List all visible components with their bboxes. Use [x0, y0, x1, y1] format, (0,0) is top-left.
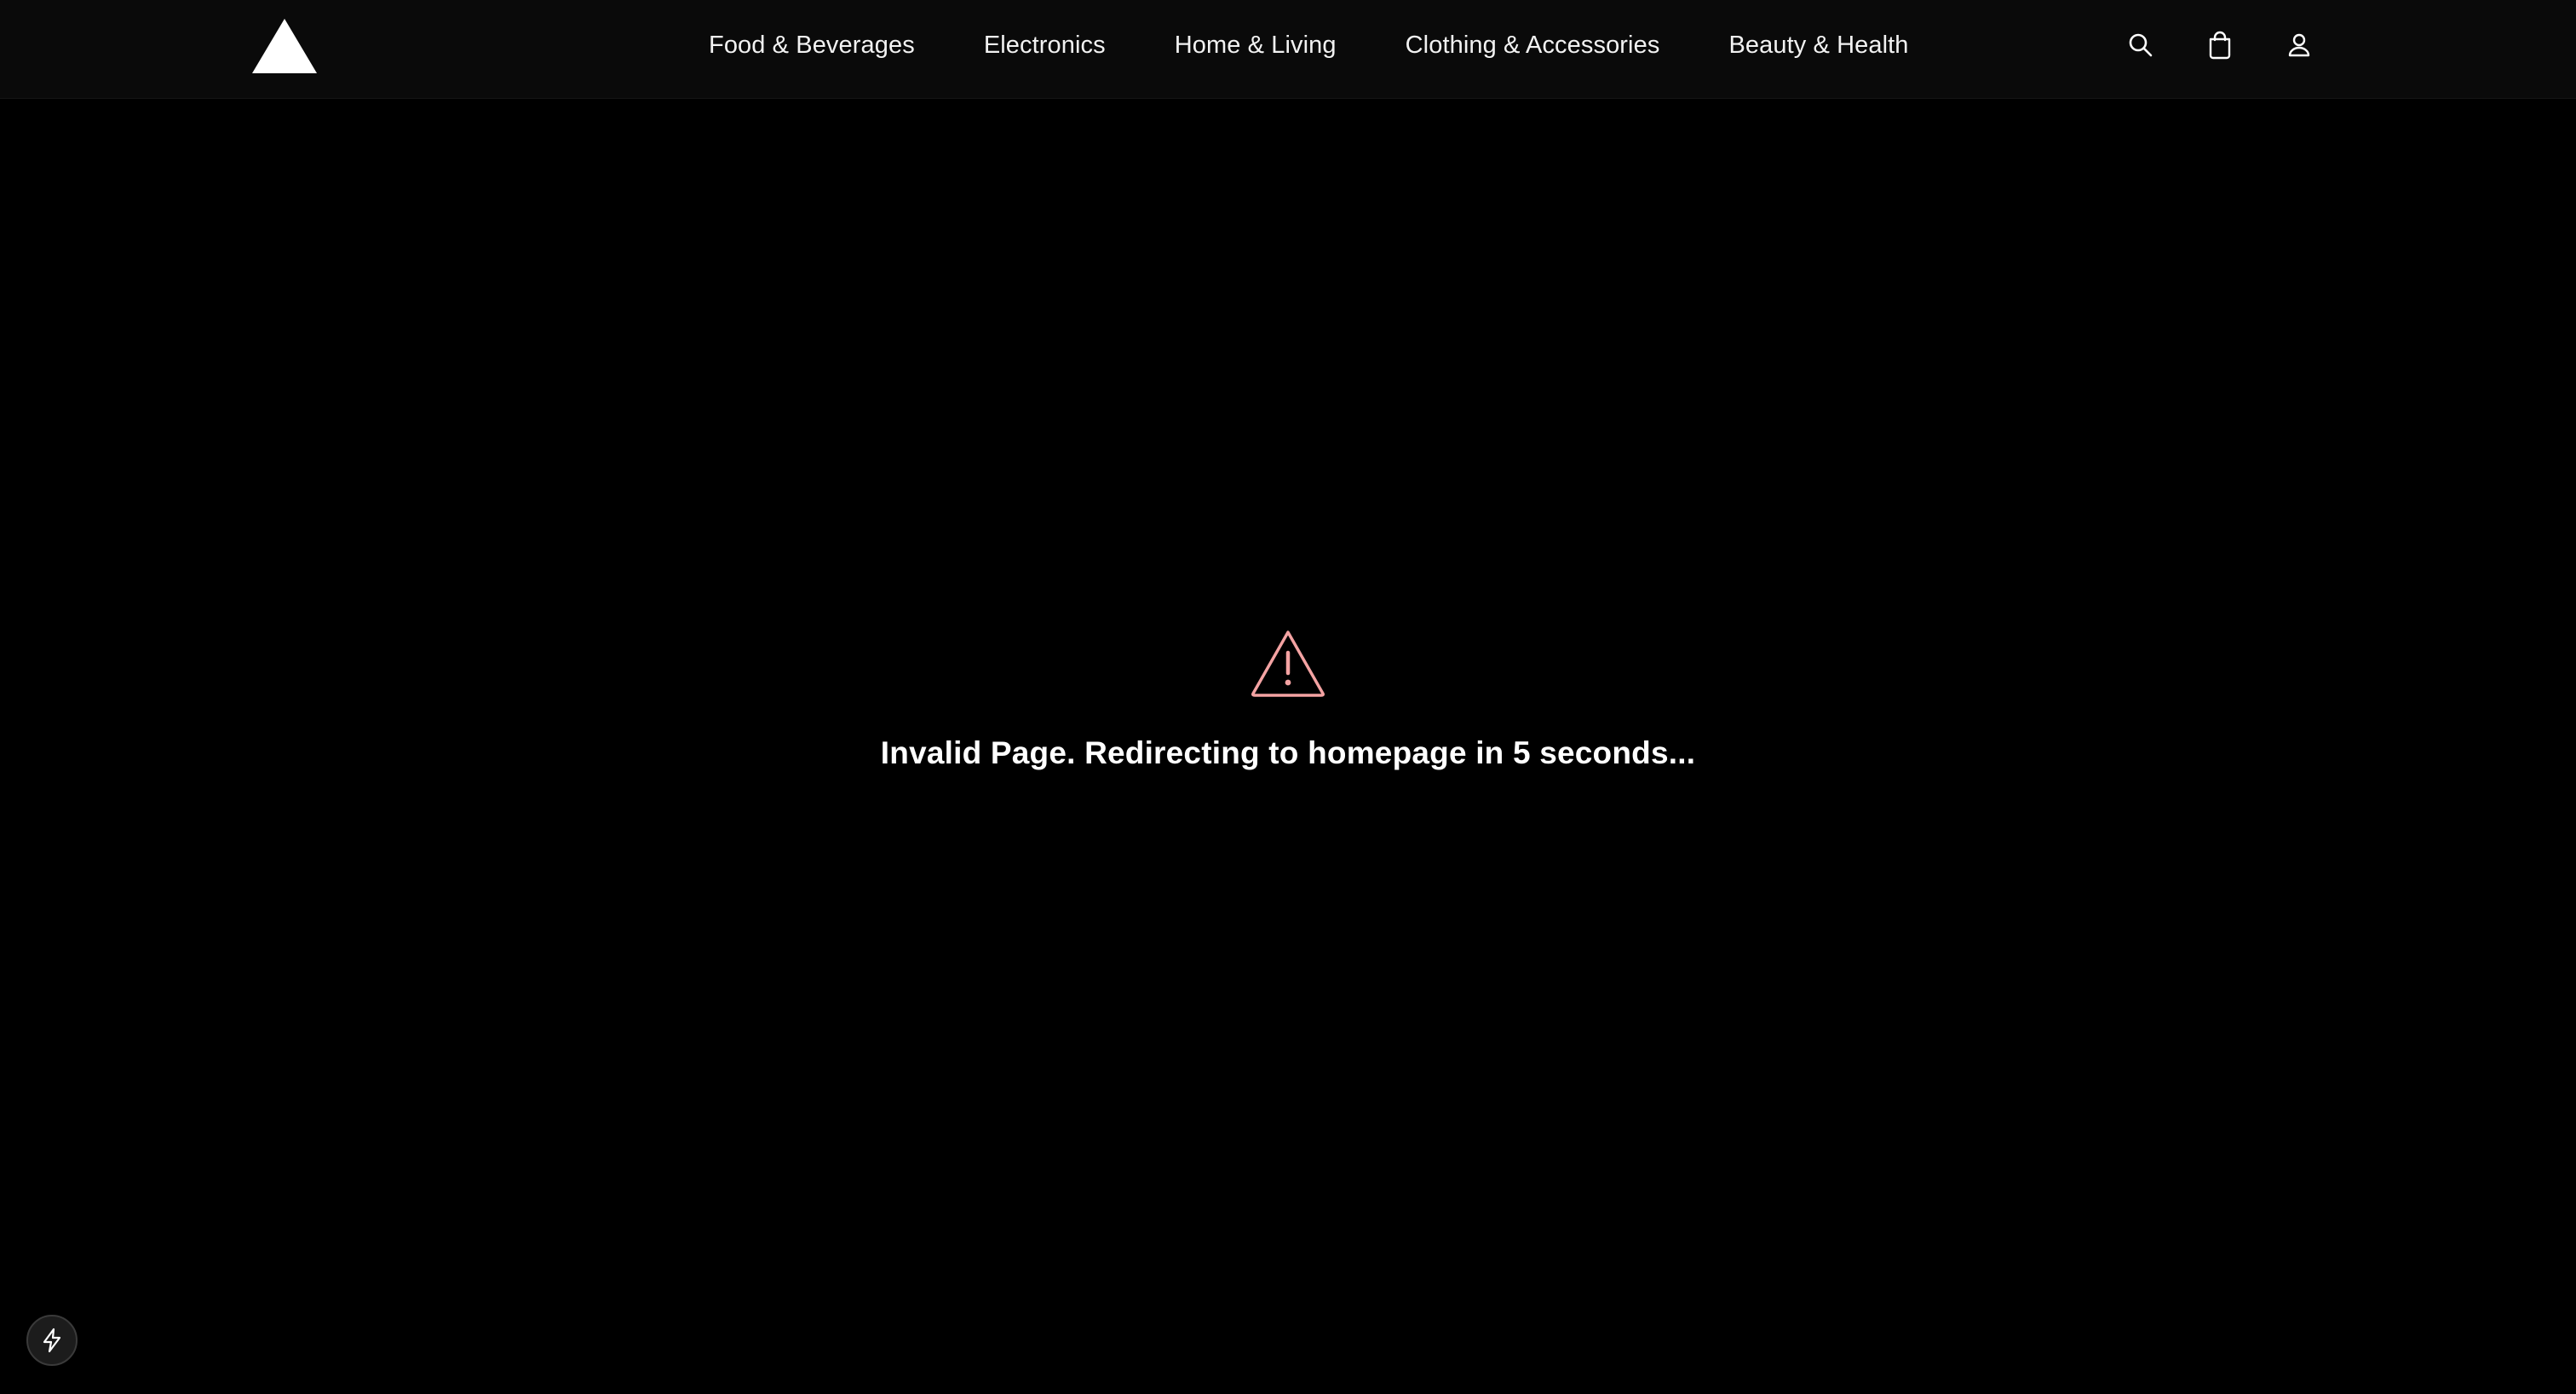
shopping-bag-icon [2209, 31, 2231, 60]
category-nav: Food & Beverages Electronics Home & Livi… [709, 0, 1909, 90]
header-actions [2121, 26, 2319, 65]
cart-button[interactable] [2200, 26, 2240, 65]
site-header: Food & Beverages Electronics Home & Livi… [0, 0, 2576, 99]
nav-item-clothing-accessories[interactable]: Clothing & Accessories [1406, 32, 1660, 60]
nav-item-food-beverages[interactable]: Food & Beverages [709, 32, 915, 60]
logo-link[interactable] [252, 19, 317, 73]
user-icon [2288, 33, 2310, 57]
warning-triangle-icon [1251, 631, 1325, 697]
triangle-logo-icon [252, 19, 317, 73]
dev-tools-button[interactable] [26, 1315, 78, 1366]
lightning-bolt-icon [43, 1328, 61, 1353]
nav-item-home-living[interactable]: Home & Living [1175, 32, 1337, 60]
search-button[interactable] [2121, 26, 2160, 65]
redirect-message: Invalid Page. Redirecting to homepage in… [880, 735, 1696, 770]
redirect-notice: Invalid Page. Redirecting to homepage in… [0, 629, 2576, 771]
nav-item-electronics[interactable]: Electronics [984, 32, 1106, 60]
nav-item-beauty-health[interactable]: Beauty & Health [1728, 32, 1908, 60]
account-button[interactable] [2280, 26, 2319, 65]
search-icon [2129, 33, 2153, 57]
